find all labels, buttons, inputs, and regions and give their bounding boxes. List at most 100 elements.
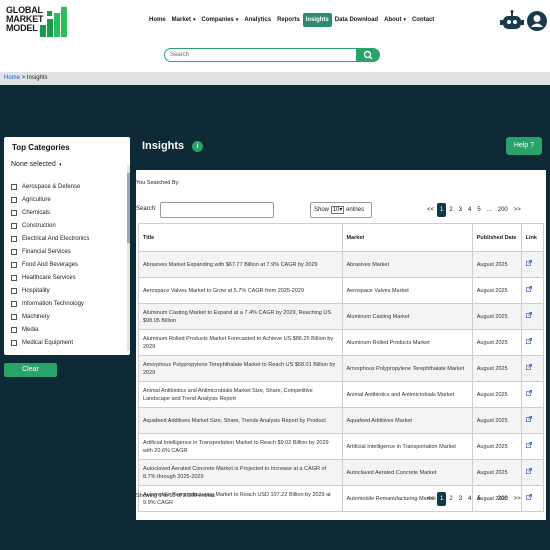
external-link-icon[interactable] <box>525 468 532 474</box>
col-link[interactable]: Link <box>520 223 545 252</box>
row-published-date: August 2025 <box>471 251 522 278</box>
external-link-icon[interactable] <box>525 338 532 344</box>
pagination-bottom: << 1 2 3 4 5... 200 >> <box>424 492 524 506</box>
pagination-top-page-2[interactable]: 2 <box>446 203 455 217</box>
category-checkbox[interactable] <box>11 183 17 190</box>
category-checkbox[interactable] <box>11 326 17 333</box>
category-item[interactable]: Hospitality <box>11 284 119 297</box>
row-title: Aluminum Casting Market to Expand at a 7… <box>138 303 343 330</box>
row-published-date: August 2025 <box>471 355 522 382</box>
nav-item-analytics[interactable]: Analytics <box>241 13 274 27</box>
nav-item-home[interactable]: Home <box>146 13 169 27</box>
external-link-icon[interactable] <box>525 286 532 292</box>
pagination-top-page-4[interactable]: 4 <box>465 203 474 217</box>
search-icon <box>363 50 373 60</box>
scrollbar-thumb[interactable] <box>127 173 130 243</box>
external-link-icon[interactable] <box>525 442 532 448</box>
site-header: GLOBAL MARKET MODEL Home Market ▾ Companies ▾ A… <box>0 0 550 44</box>
category-label: Information Technology <box>22 300 84 307</box>
breadcrumb-home-link[interactable]: Home <box>4 75 20 81</box>
pagination-top-prev[interactable]: << <box>424 203 437 217</box>
category-checkbox[interactable] <box>11 248 17 255</box>
category-item[interactable]: Healthcare Services <box>11 271 119 284</box>
category-item[interactable]: Electrical And Electronics <box>11 232 119 245</box>
info-icon[interactable]: i <box>192 141 203 152</box>
entries-length-control: Show 10▾ entries <box>310 202 372 218</box>
pagination-bottom-page-4[interactable]: 4 <box>465 492 474 506</box>
pagination-bottom-page-1[interactable]: 1 <box>437 492 447 506</box>
category-checkbox[interactable] <box>11 261 17 268</box>
clear-button[interactable]: Clear <box>4 363 57 377</box>
category-item[interactable]: Media <box>11 323 119 336</box>
category-checkbox[interactable] <box>11 209 17 216</box>
help-button[interactable]: Help ? <box>506 137 542 155</box>
category-label: Medical Equipment <box>22 339 74 346</box>
category-label: Construction <box>22 222 56 229</box>
category-item[interactable]: Financial Services <box>11 245 119 258</box>
table-row: Abrasives Market Expanding with $67.77 B… <box>138 251 545 278</box>
external-link-icon[interactable] <box>525 390 532 396</box>
user-account-icon[interactable] <box>527 11 547 31</box>
category-checkbox[interactable] <box>11 339 17 346</box>
categories-panel: Top Categories None selected ▾ Aerospace… <box>4 137 130 355</box>
chatbot-robot-icon[interactable] <box>500 10 524 32</box>
pagination-bottom-page-last[interactable]: 200 <box>495 492 511 506</box>
category-checkbox[interactable] <box>11 300 17 307</box>
category-item[interactable]: Medical Equipment <box>11 336 119 349</box>
category-checkbox[interactable] <box>11 222 17 229</box>
pagination-bottom-page-2[interactable]: 2 <box>446 492 455 506</box>
row-title: Abrasives Market Expanding with $67.77 B… <box>138 251 343 278</box>
col-title[interactable]: Title <box>138 223 343 252</box>
pagination-top-page-5[interactable]: 5 <box>474 203 483 217</box>
pagination-top-page-3[interactable]: 3 <box>456 203 465 217</box>
pagination-bottom-next[interactable]: >> <box>511 492 524 506</box>
external-link-icon[interactable] <box>525 364 532 370</box>
nav-item-data-download[interactable]: Data Download <box>332 13 381 27</box>
search-button[interactable] <box>356 48 380 62</box>
category-multiselect[interactable]: None selected ▾ <box>11 161 62 168</box>
nav-item-companies[interactable]: Companies ▾ <box>199 13 242 27</box>
category-checkbox[interactable] <box>11 196 17 203</box>
category-item[interactable]: Chemicals <box>11 206 119 219</box>
pagination-top: << 1 2 3 4 5... 200 >> <box>424 203 524 217</box>
external-link-icon[interactable] <box>525 260 532 266</box>
category-item[interactable]: Aerospace & Defense <box>11 180 119 193</box>
page-title: Insights <box>142 140 185 152</box>
pagination-top-page-last[interactable]: 200 <box>495 203 511 217</box>
pagination-top-next[interactable]: >> <box>511 203 524 217</box>
global-market-model-logo[interactable]: GLOBAL MARKET MODEL <box>6 6 67 37</box>
category-checkbox[interactable] <box>11 287 17 294</box>
site-search-input[interactable]: Search <box>164 48 358 62</box>
row-published-date: August 2025 <box>471 303 522 330</box>
nav-item-reports[interactable]: Reports <box>274 13 303 27</box>
category-item[interactable]: Construction <box>11 219 119 232</box>
external-link-icon[interactable] <box>525 312 532 318</box>
category-item[interactable]: Food And Beverages <box>11 258 119 271</box>
nav-item-market[interactable]: Market ▾ <box>169 13 199 27</box>
table-search-input[interactable] <box>160 202 274 218</box>
row-link <box>520 251 545 278</box>
category-label: Healthcare Services <box>22 274 76 281</box>
category-item[interactable]: Agriculture <box>11 193 119 206</box>
row-market: Abrasives Market <box>341 251 473 278</box>
nav-item-contact[interactable]: Contact <box>409 13 437 27</box>
external-link-icon[interactable] <box>525 494 532 500</box>
category-checkbox[interactable] <box>11 313 17 320</box>
category-scrollbar[interactable] <box>127 165 130 351</box>
nav-item-about[interactable]: About ▾ <box>381 13 409 27</box>
table-search-label: Search: <box>136 206 157 212</box>
table-row: Aquafeed Additives Market Size, Share, T… <box>138 407 545 434</box>
category-checkbox[interactable] <box>11 235 17 242</box>
pagination-bottom-prev[interactable]: << <box>424 492 437 506</box>
pagination-bottom-page-3[interactable]: 3 <box>456 492 465 506</box>
entries-select[interactable]: 10▾ <box>330 206 345 214</box>
col-published-date[interactable]: Published Date <box>471 223 522 252</box>
external-link-icon[interactable] <box>525 416 532 422</box>
category-item[interactable]: Information Technology <box>11 297 119 310</box>
pagination-top-page-1[interactable]: 1 <box>437 203 447 217</box>
col-market[interactable]: Market <box>341 223 473 252</box>
category-checkbox[interactable] <box>11 274 17 281</box>
pagination-bottom-page-5[interactable]: 5 <box>474 492 483 506</box>
category-item[interactable]: Machinery <box>11 310 119 323</box>
nav-item-insights[interactable]: Insights <box>302 13 332 27</box>
